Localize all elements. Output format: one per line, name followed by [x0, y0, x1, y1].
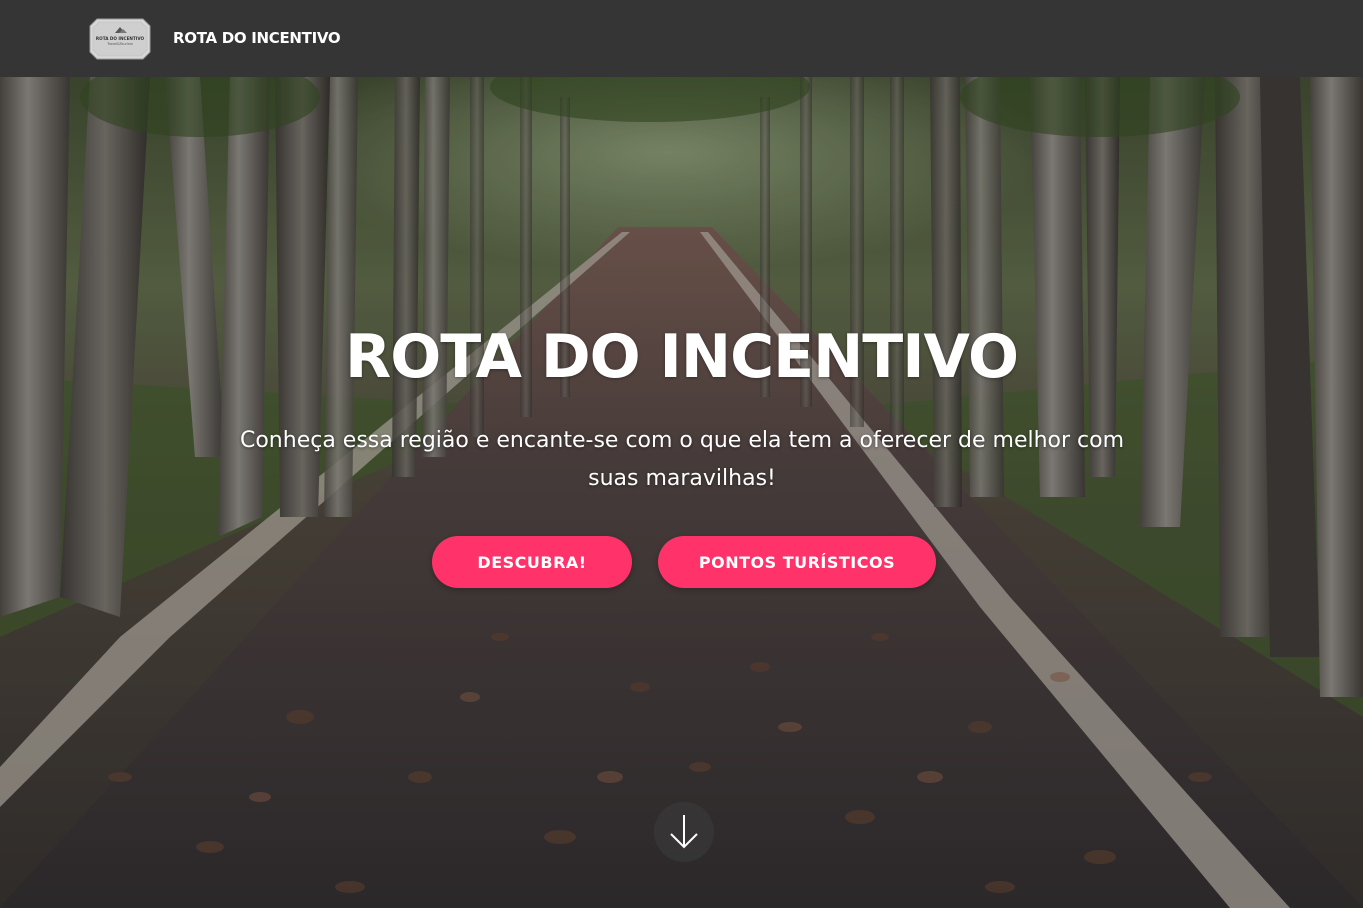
logo-text-line1: ROTA DO INCENTIVO — [96, 36, 145, 41]
discover-button[interactable]: DESCUBRA! — [432, 536, 632, 588]
tourist-points-button[interactable]: PONTOS TURÍSTICOS — [658, 536, 936, 588]
arrow-down-icon — [670, 815, 698, 849]
brand-link[interactable]: ROTA DO INCENTIVO — [173, 29, 341, 47]
logo[interactable]: ROTA DO INCENTIVO Travel&Tourism — [89, 18, 151, 60]
hero-subtitle: Conheça essa região e encante-se com o q… — [239, 428, 1125, 491]
navbar: ROTA DO INCENTIVO Travel&Tourism ROTA DO… — [0, 0, 1363, 77]
hero-section: ROTA DO INCENTIVO Conheça essa região e … — [0, 77, 1363, 908]
logo-badge-icon: ROTA DO INCENTIVO Travel&Tourism — [89, 18, 151, 60]
scroll-down-button[interactable] — [654, 802, 714, 862]
hero-title: ROTA DO INCENTIVO — [345, 322, 1019, 392]
logo-text-line2: Travel&Tourism — [106, 42, 134, 46]
